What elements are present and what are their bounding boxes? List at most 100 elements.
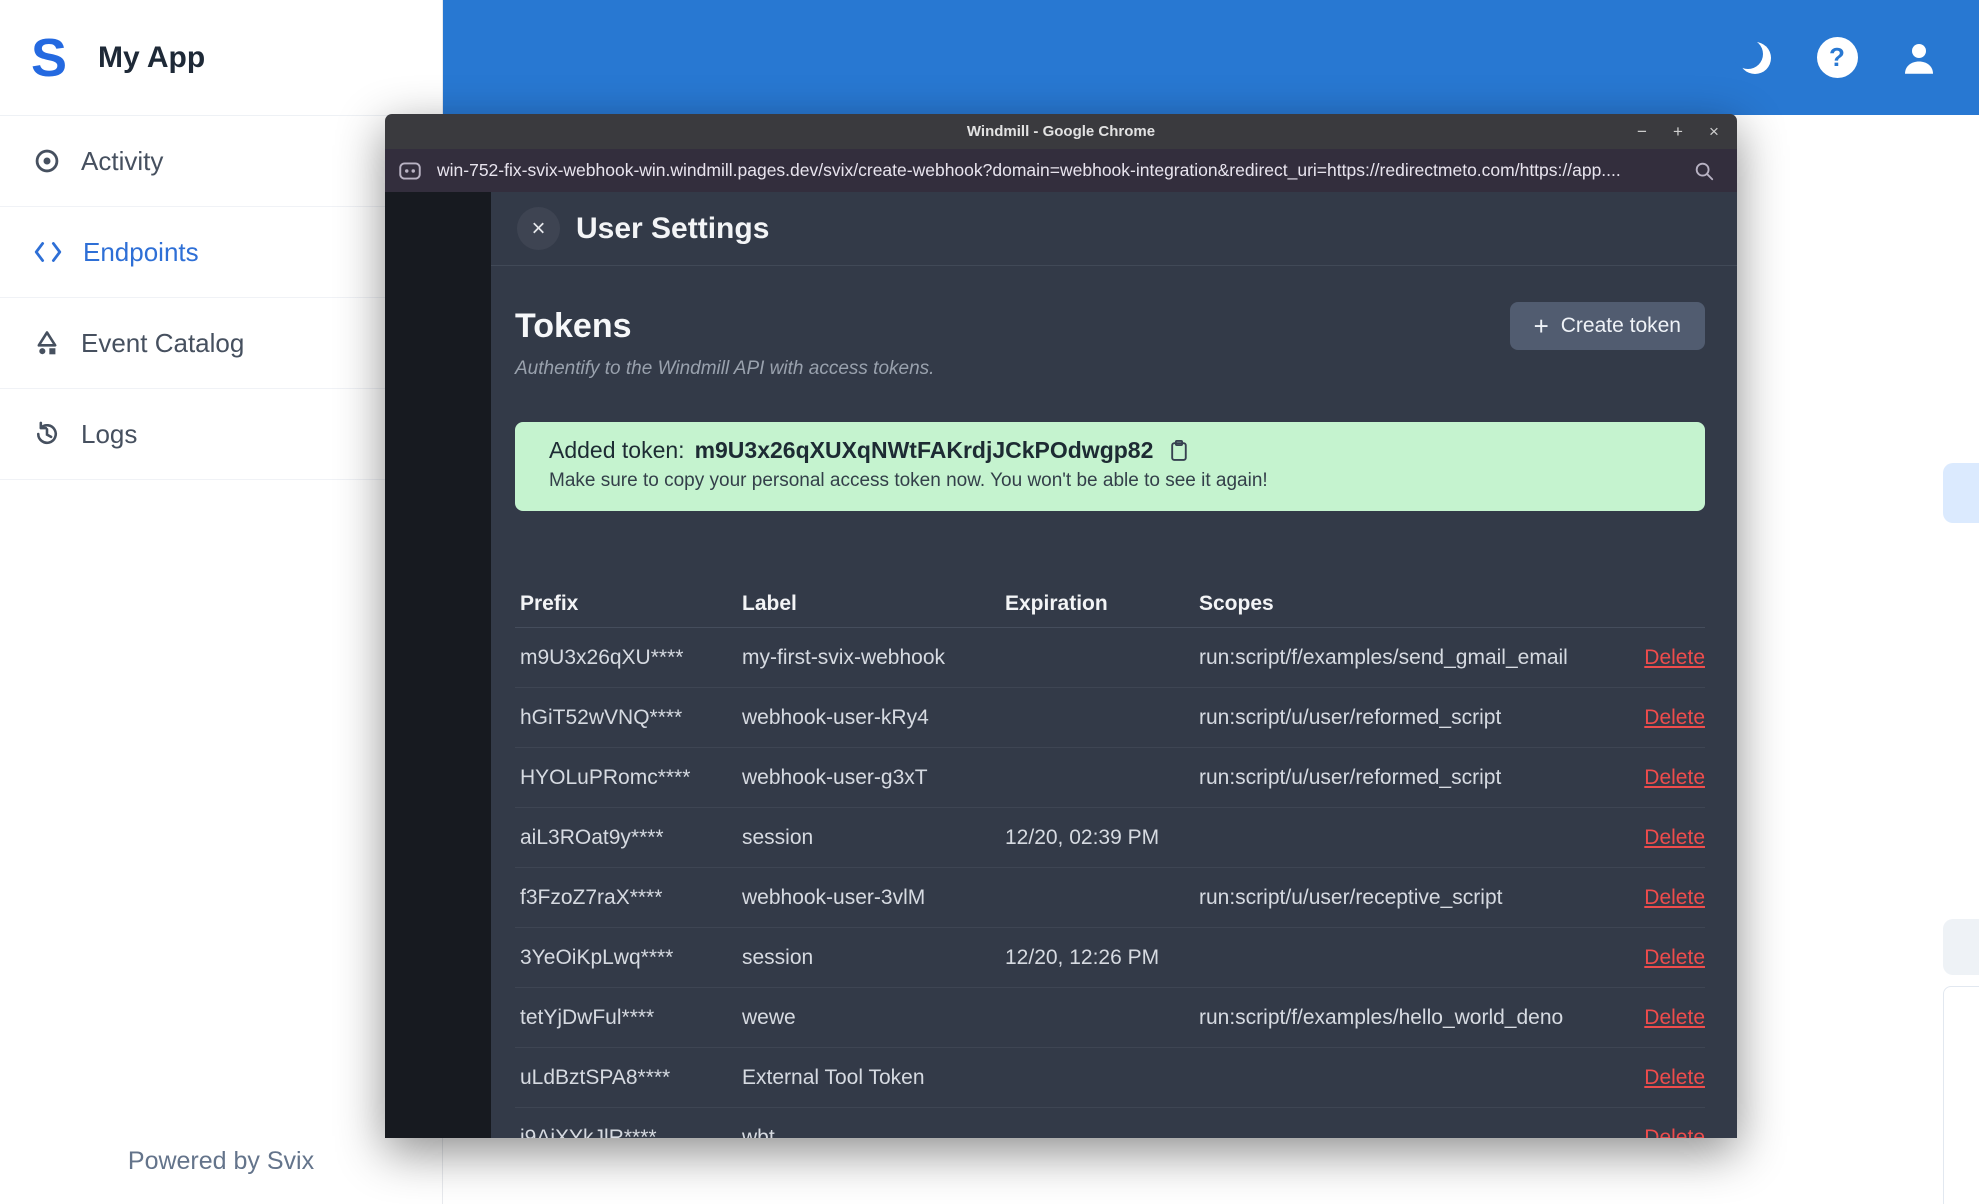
token-scopes: run:script/u/user/reformed_script [1199,765,1502,789]
delete-token-link[interactable]: Delete [1625,1126,1705,1139]
drawer-body: Tokens + Create token Authentify to the … [491,302,1737,1138]
sidebar-item-label: Event Catalog [81,327,245,358]
tokens-heading: Tokens [515,306,632,345]
table-row: 3YeOiKpLwq**** session 12/20, 12:26 PM D… [515,928,1705,988]
token-prefix: tetYjDwFul**** [520,1005,655,1029]
drawer-header: × User Settings [491,192,1737,266]
address-bar[interactable]: win-752-fix-svix-webhook-win.windmill.pa… [385,149,1737,192]
close-drawer-button[interactable]: × [517,207,560,250]
token-label: wewe [742,1005,796,1029]
desktop: Windmill Event Catalog ? [0,0,1979,1204]
delete-token-link[interactable]: Delete [1625,886,1705,910]
column-header-prefix: Prefix [520,592,579,615]
app-title: My App [98,40,206,74]
user-settings-drawer: × User Settings Tokens + Create token Au… [491,192,1737,1138]
token-label: webhook-user-kRy4 [742,705,929,729]
code-brackets-icon [34,242,62,262]
token-prefix: uLdBztSPA8**** [520,1065,671,1089]
token-label: wbt [742,1125,775,1139]
sidebar-item-event-catalog[interactable]: Event Catalog [0,298,442,389]
token-label: External Tool Token [742,1065,925,1089]
table-row: uLdBztSPA8**** External Tool Token Delet… [515,1048,1705,1108]
window-content: × User Settings Tokens + Create token Au… [385,192,1737,1138]
token-label: session [742,825,814,849]
account-button[interactable] [1897,36,1941,80]
drawer-overlay[interactable] [385,192,491,1138]
create-token-label: Create token [1560,314,1681,337]
token-prefix: aiL3ROat9y**** [520,825,664,849]
delete-token-link[interactable]: Delete [1625,946,1705,970]
clipboard-icon [1171,439,1188,461]
delete-token-link[interactable]: Delete [1625,1066,1705,1090]
table-row: i9AiXYkJlR**** wbt Delete [515,1108,1705,1139]
column-header-label: Label [742,592,797,615]
delete-token-link[interactable]: Delete [1625,646,1705,670]
token-prefix: i9AiXYkJlR**** [520,1125,657,1139]
sidebar-item-label: Endpoints [83,236,199,267]
token-value: m9U3x26qXUXqNWtFAKrdjJCkPOdwgp82 [694,437,1154,463]
added-token-text: Added token: [549,437,685,463]
history-icon [36,421,57,445]
token-label: my-first-svix-webhook [742,645,946,669]
powered-by-svix: Powered by Svix [127,1147,315,1175]
help-icon: ? [1816,37,1858,78]
sidebar-item-activity[interactable]: Activity [0,116,442,207]
token-label: webhook-user-g3xT [742,765,928,789]
token-prefix: hGiT52wVNQ**** [520,705,683,729]
token-scopes: run:script/f/examples/hello_world_deno [1199,1005,1564,1029]
token-scopes: run:script/u/user/reformed_script [1199,705,1502,729]
brand: S My App [0,0,442,116]
delete-token-link[interactable]: Delete [1625,1006,1705,1030]
token-copy-note: Make sure to copy your personal access t… [549,470,1268,491]
copy-token-button[interactable] [1169,439,1190,462]
token-scopes: run:script/u/user/receptive_script [1199,885,1503,909]
table-row: aiL3ROat9y**** session 12/20, 02:39 PM D… [515,808,1705,868]
sidebar-item-endpoints[interactable]: Endpoints [0,207,442,298]
token-scopes: run:script/f/examples/send_gmail_email [1199,645,1568,669]
svix-logo-icon: S [30,27,68,88]
token-prefix: f3FzoZ7raX**** [520,885,663,909]
token-expiration: 12/20, 02:39 PM [1005,825,1160,849]
window-title: Windmill - Google Chrome [966,123,1156,140]
table-row: tetYjDwFul**** wewe run:script/f/example… [515,988,1705,1048]
account-icon [1905,43,1933,74]
window-titlebar[interactable]: Windmill - Google Chrome − + × [385,114,1737,149]
tokens-table: Prefix Label Expiration Scopes m9U3x26qX… [515,581,1705,1138]
token-prefix: HYOLuPRomc**** [520,765,691,789]
delete-token-link[interactable]: Delete [1625,766,1705,790]
sidebar-item-logs[interactable]: Logs [0,389,442,480]
site-settings-icon[interactable] [397,158,423,184]
help-button[interactable]: ? [1815,36,1859,80]
token-expiration: 12/20, 12:26 PM [1005,945,1160,969]
table-row: m9U3x26qXU**** my-first-svix-webhook run… [515,628,1705,688]
list-row [1943,919,1979,975]
dark-mode-moon-icon [1735,38,1771,74]
sidebar-item-label: Activity [81,145,164,176]
delete-token-link[interactable]: Delete [1625,706,1705,730]
token-label: session [742,945,814,969]
table-row: hGiT52wVNQ**** webhook-user-kRy4 run:scr… [515,688,1705,748]
added-token-alert: Added token: m9U3x26qXUXqNWtFAKrdjJCkPOd… [515,422,1705,511]
maximize-button[interactable]: + [1669,122,1687,142]
table-row: HYOLuPRomc**** webhook-user-g3xT run:scr… [515,748,1705,808]
chrome-window: Windmill - Google Chrome − + × win-752-f… [385,114,1737,1138]
close-icon: × [531,214,546,242]
token-prefix: m9U3x26qXU**** [520,645,684,669]
create-token-button[interactable]: + Create token [1509,302,1705,350]
minimize-button[interactable]: − [1633,122,1651,142]
shapes-icon [37,331,57,355]
table-row: f3FzoZ7raX**** webhook-user-3vlM run:scr… [515,868,1705,928]
content-panel [1943,986,1979,1204]
close-button[interactable]: × [1705,122,1723,142]
url-text[interactable]: win-752-fix-svix-webhook-win.windmill.pa… [437,160,1693,181]
delete-token-link[interactable]: Delete [1625,826,1705,850]
sidebar-nav: Activity Endpoints Event Catalog Logs [0,116,442,480]
dark-mode-toggle[interactable] [1733,36,1777,80]
zoom-icon[interactable] [1693,160,1715,182]
sidebar: S My App Activity Endpoints Event Catalo… [0,0,443,1204]
drawer-title: User Settings [576,211,770,245]
info-banner [1943,463,1979,523]
app-topbar: ? [442,0,1979,115]
tokens-subtitle: Authentify to the Windmill API with acce… [515,358,935,379]
token-prefix: 3YeOiKpLwq**** [520,945,674,969]
